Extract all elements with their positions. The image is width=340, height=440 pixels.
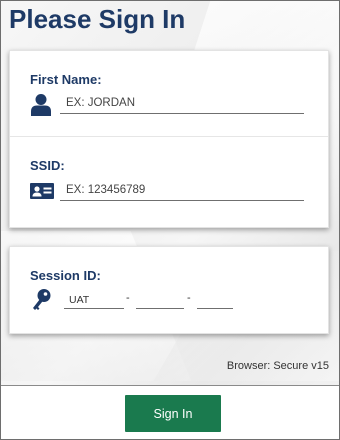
card-divider [10, 136, 328, 137]
session-id-segment-2[interactable] [136, 291, 184, 309]
browser-version-text: Browser: Secure v15 [226, 360, 329, 372]
session-id-segment-3[interactable] [197, 291, 233, 309]
session-id-segment-1[interactable] [64, 291, 124, 309]
first-name-input[interactable] [60, 92, 304, 114]
session-card: Session ID: - - [9, 246, 329, 334]
footer-bar: Sign In [1, 385, 339, 439]
ssid-input[interactable] [60, 179, 304, 201]
person-icon [31, 94, 51, 116]
session-id-separator: - [187, 292, 191, 304]
session-id-label: Session ID: [30, 268, 101, 283]
student-info-card: First Name: SSID: [9, 50, 329, 228]
sign-in-page: Please Sign In First Name: SSID: Session… [0, 0, 340, 440]
ssid-label: SSID: [30, 158, 65, 173]
first-name-label: First Name: [30, 72, 102, 87]
session-id-separator: - [126, 292, 130, 304]
sign-in-button[interactable]: Sign In [125, 395, 221, 432]
key-icon [33, 289, 51, 310]
id-card-icon [30, 183, 54, 199]
page-title: Please Sign In [9, 4, 186, 34]
